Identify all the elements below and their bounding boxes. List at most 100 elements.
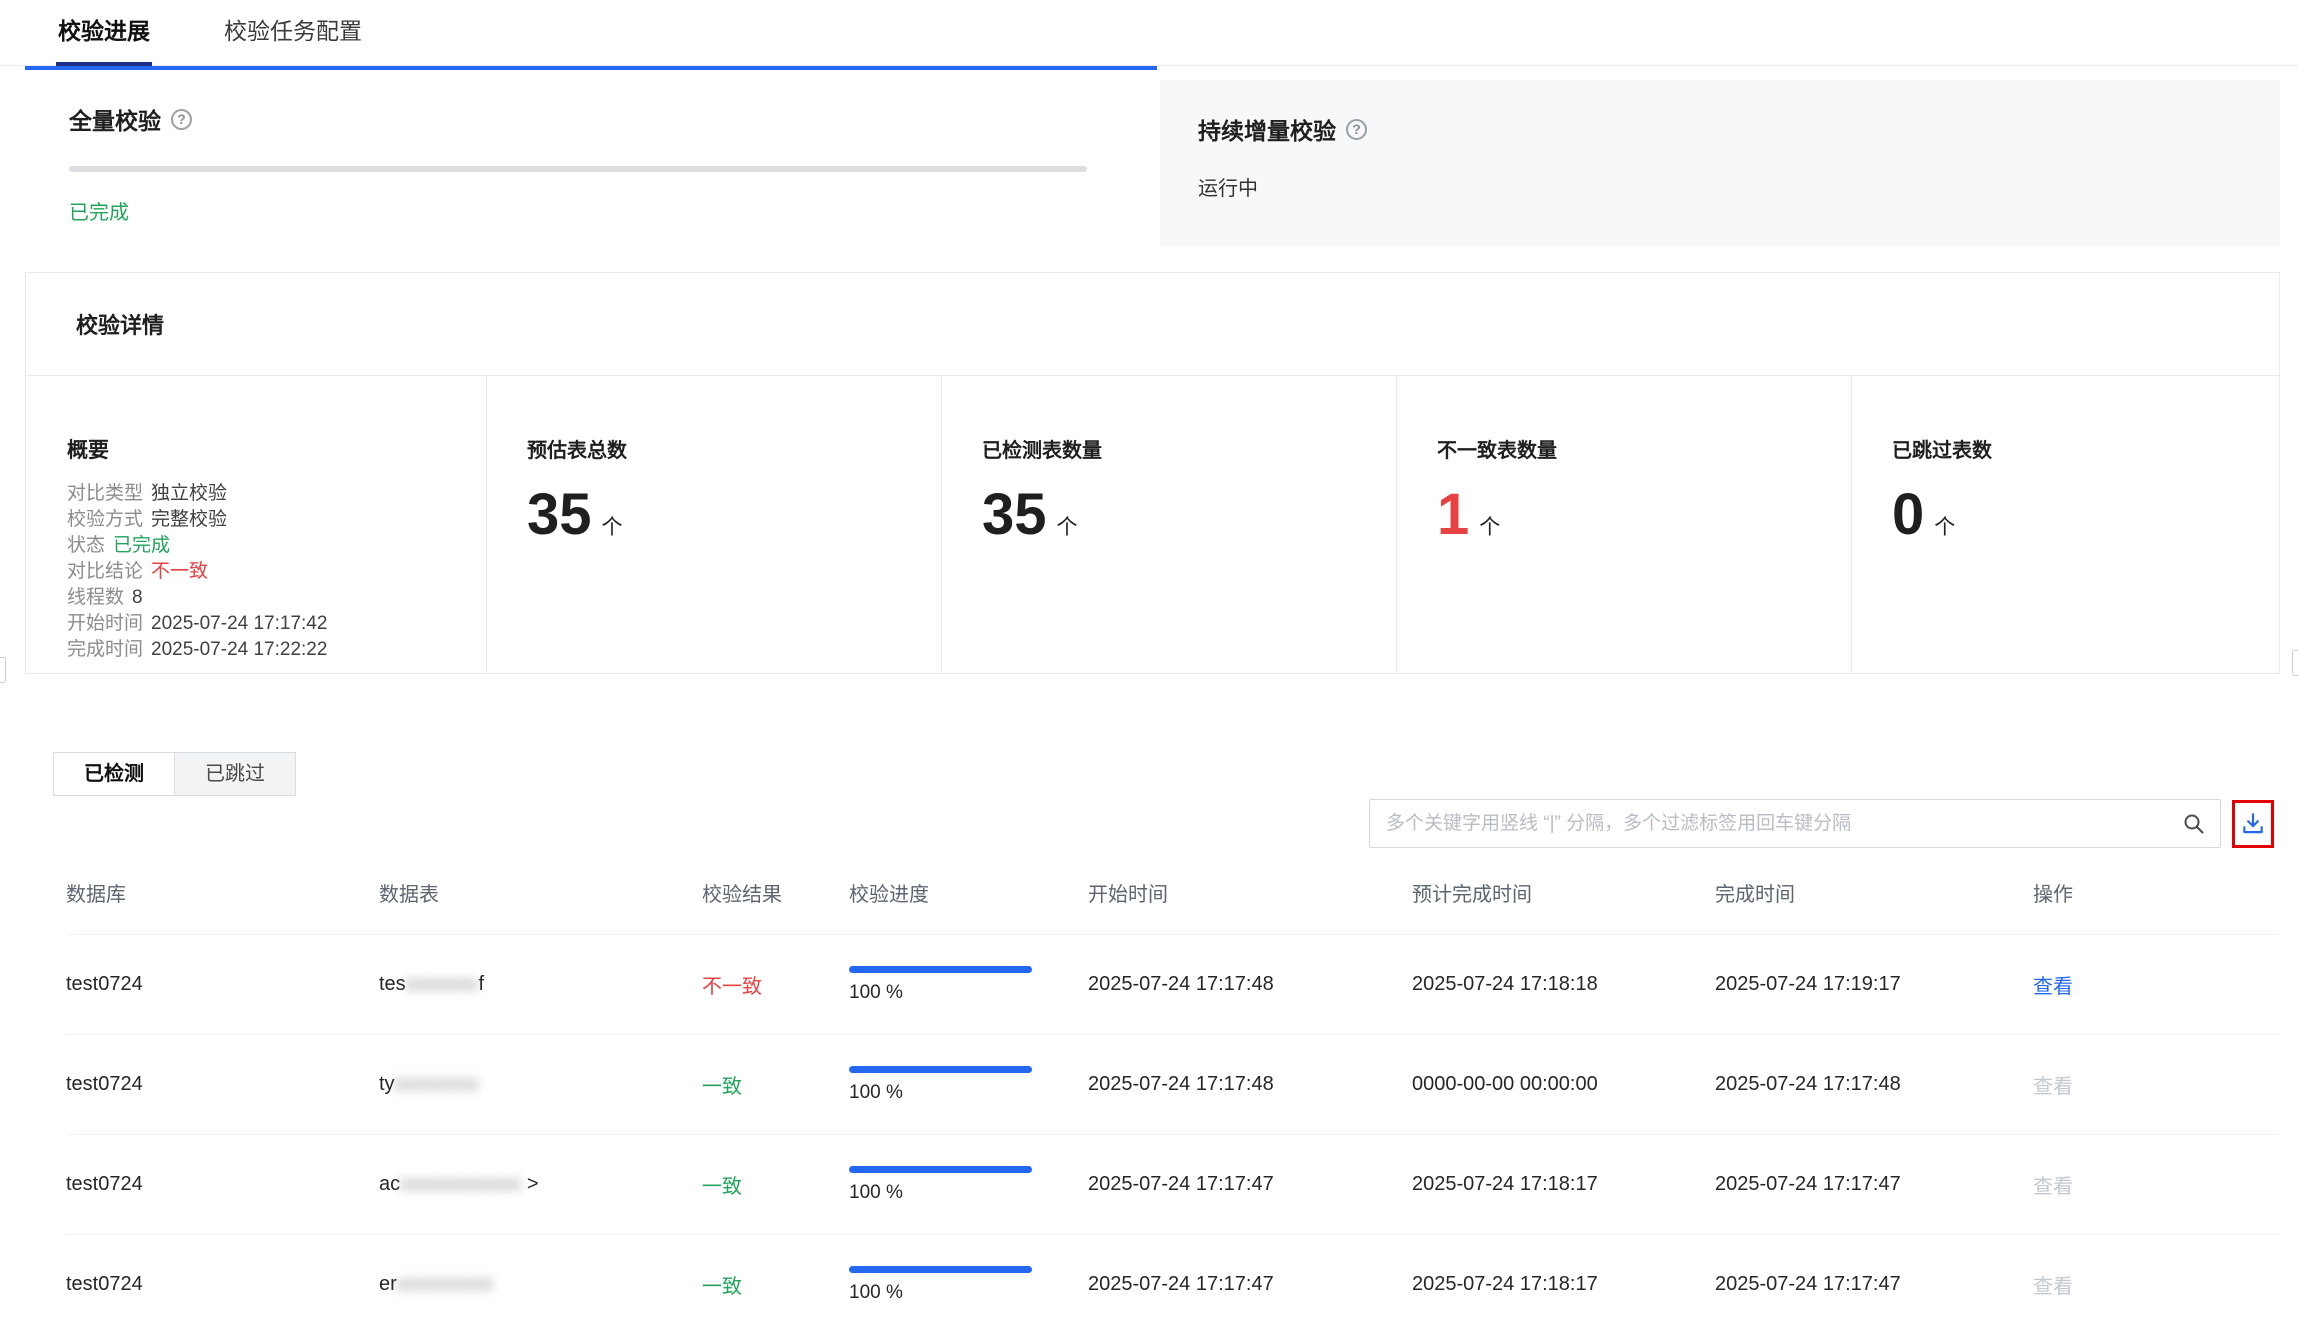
table-name-cell: tesoooooof bbox=[379, 973, 702, 996]
stat-checked-tables: 已检测表数量 35个 bbox=[941, 376, 1396, 673]
database-cell: test0724 bbox=[66, 973, 379, 996]
view-link: 查看 bbox=[2033, 1070, 2280, 1099]
table-row: test0724 tyooooooo 一致 100 % 2025-07-24 1… bbox=[66, 1034, 2280, 1134]
overview-panels: 全量校验 ? 已完成 持续增量校验 ? 运行中 bbox=[0, 66, 2298, 247]
details-stats-row: 概要 对比类型独立校验 校验方式完整校验 状态已完成 对比结论不一致 线程数8 … bbox=[26, 376, 2279, 673]
full-validation-title: 全量校验 ? bbox=[69, 102, 1157, 136]
finish-time-cell: 2025-07-24 17:17:47 bbox=[1715, 1273, 2033, 1296]
top-tab-bar: 校验进展 校验任务配置 bbox=[0, 0, 2298, 66]
result-cell: 一致 bbox=[702, 1170, 849, 1199]
summary-item-conclusion: 对比结论不一致 bbox=[67, 559, 486, 585]
view-link[interactable]: 查看 bbox=[2033, 970, 2280, 999]
masked-table-name: oooooooooo bbox=[400, 1173, 521, 1195]
right-edge-handle[interactable] bbox=[2292, 650, 2298, 676]
view-link: 查看 bbox=[2033, 1270, 2280, 1299]
database-cell: test0724 bbox=[66, 1273, 379, 1296]
database-cell: test0724 bbox=[66, 1073, 379, 1096]
stat-value: 1 bbox=[1437, 482, 1469, 547]
progress-cell: 100 % bbox=[849, 1266, 1088, 1304]
search-row bbox=[1369, 799, 2271, 848]
table-name-cell: eroooooooo bbox=[379, 1273, 702, 1296]
progress-bar bbox=[849, 1266, 1032, 1273]
full-validation-panel[interactable]: 全量校验 ? 已完成 bbox=[25, 66, 1157, 247]
stat-value: 0 bbox=[1892, 482, 1924, 547]
summary-item-finish-time: 完成时间2025-07-24 17:22:22 bbox=[67, 637, 486, 663]
progress-label: 100 % bbox=[849, 1182, 1088, 1204]
col-header-start-time: 开始时间 bbox=[1088, 878, 1412, 907]
download-button[interactable] bbox=[2235, 803, 2271, 845]
estimated-finish-cell: 2025-07-24 17:18:17 bbox=[1412, 1273, 1715, 1296]
full-validation-title-text: 全量校验 bbox=[69, 102, 161, 136]
finish-time-cell: 2025-07-24 17:17:47 bbox=[1715, 1173, 2033, 1196]
summary-column: 概要 对比类型独立校验 校验方式完整校验 状态已完成 对比结论不一致 线程数8 … bbox=[26, 376, 486, 673]
progress-label: 100 % bbox=[849, 1282, 1088, 1304]
progress-bar bbox=[849, 1166, 1032, 1173]
table-header-row: 数据库 数据表 校验结果 校验进度 开始时间 预计完成时间 完成时间 操作 bbox=[66, 850, 2280, 934]
help-icon[interactable]: ? bbox=[171, 109, 192, 130]
col-header-result: 校验结果 bbox=[702, 878, 849, 907]
table-name-cell: tyooooooo bbox=[379, 1073, 702, 1096]
estimated-finish-cell: 2025-07-24 17:18:18 bbox=[1412, 973, 1715, 996]
help-icon[interactable]: ? bbox=[1346, 119, 1367, 140]
progress-bar bbox=[849, 966, 1032, 973]
search-input[interactable] bbox=[1386, 813, 2172, 835]
start-time-cell: 2025-07-24 17:17:48 bbox=[1088, 973, 1412, 996]
masked-table-name: oooooo bbox=[406, 973, 479, 995]
summary-item-status: 状态已完成 bbox=[67, 533, 486, 559]
database-cell: test0724 bbox=[66, 1173, 379, 1196]
progress-cell: 100 % bbox=[849, 966, 1088, 1004]
details-title: 校验详情 bbox=[76, 308, 164, 340]
view-link: 查看 bbox=[2033, 1170, 2280, 1199]
stat-skipped-tables: 已跳过表数 0个 bbox=[1851, 376, 2279, 673]
start-time-cell: 2025-07-24 17:17:48 bbox=[1088, 1073, 1412, 1096]
progress-bar bbox=[849, 1066, 1032, 1073]
col-header-progress: 校验进度 bbox=[849, 878, 1088, 907]
result-cell: 一致 bbox=[702, 1070, 849, 1099]
progress-label: 100 % bbox=[849, 1082, 1088, 1104]
download-icon bbox=[2240, 811, 2266, 837]
summary-title: 概要 bbox=[67, 434, 486, 464]
stat-value: 35 bbox=[982, 482, 1047, 547]
search-box bbox=[1369, 799, 2221, 848]
result-filter-tabs: 已检测 已跳过 bbox=[53, 752, 296, 796]
col-header-estimated-finish: 预计完成时间 bbox=[1412, 878, 1715, 907]
tab-detected[interactable]: 已检测 bbox=[54, 753, 175, 795]
tab-validation-progress[interactable]: 校验进展 bbox=[58, 0, 150, 66]
col-header-finish-time: 完成时间 bbox=[1715, 878, 2033, 907]
table-row: test0724 eroooooooo 一致 100 % 2025-07-24 … bbox=[66, 1234, 2280, 1334]
tab-skipped[interactable]: 已跳过 bbox=[175, 753, 295, 795]
incremental-validation-panel[interactable]: 持续增量校验 ? 运行中 bbox=[1160, 80, 2280, 247]
stat-estimated-tables: 预估表总数 35个 bbox=[486, 376, 941, 673]
estimated-finish-cell: 0000-00-00 00:00:00 bbox=[1412, 1073, 1715, 1096]
masked-table-name: ooooooo bbox=[395, 1073, 480, 1095]
estimated-finish-cell: 2025-07-24 17:18:17 bbox=[1412, 1173, 1715, 1196]
table-row: test0724 acoooooooooo > 一致 100 % 2025-07… bbox=[66, 1134, 2280, 1234]
col-header-database: 数据库 bbox=[66, 878, 379, 907]
summary-item-check-method: 校验方式完整校验 bbox=[67, 507, 486, 533]
start-time-cell: 2025-07-24 17:17:47 bbox=[1088, 1173, 1412, 1196]
progress-label: 100 % bbox=[849, 982, 1088, 1004]
summary-item-start-time: 开始时间2025-07-24 17:17:42 bbox=[67, 611, 486, 637]
page: { "colors": { "accent_blue": "#2468f2", … bbox=[0, 0, 2298, 1330]
full-validation-progress-bar bbox=[69, 166, 1087, 172]
progress-cell: 100 % bbox=[849, 1166, 1088, 1204]
result-cell: 一致 bbox=[702, 1270, 849, 1299]
results-table: 数据库 数据表 校验结果 校验进度 开始时间 预计完成时间 完成时间 操作 te… bbox=[25, 850, 2280, 1334]
full-validation-status: 已完成 bbox=[69, 196, 1157, 225]
details-header: 校验详情 bbox=[26, 273, 2279, 376]
result-cell: 不一致 bbox=[702, 970, 849, 999]
col-header-table: 数据表 bbox=[379, 878, 702, 907]
progress-cell: 100 % bbox=[849, 1066, 1088, 1104]
col-header-action: 操作 bbox=[2033, 878, 2280, 907]
incremental-validation-title-text: 持续增量校验 bbox=[1198, 112, 1336, 146]
masked-table-name: oooooooo bbox=[397, 1273, 494, 1295]
table-name-cell: acoooooooooo > bbox=[379, 1173, 702, 1196]
table-row: test0724 tesoooooof 不一致 100 % 2025-07-24… bbox=[66, 934, 2280, 1034]
validation-details-section: 校验详情 概要 对比类型独立校验 校验方式完整校验 状态已完成 对比结论不一致 … bbox=[25, 272, 2280, 674]
left-edge-handle[interactable] bbox=[0, 657, 6, 683]
finish-time-cell: 2025-07-24 17:17:48 bbox=[1715, 1073, 2033, 1096]
stat-value: 35 bbox=[527, 482, 592, 547]
tab-validation-task-config[interactable]: 校验任务配置 bbox=[224, 0, 362, 66]
incremental-validation-status: 运行中 bbox=[1198, 172, 2280, 201]
search-icon[interactable] bbox=[2182, 812, 2206, 836]
